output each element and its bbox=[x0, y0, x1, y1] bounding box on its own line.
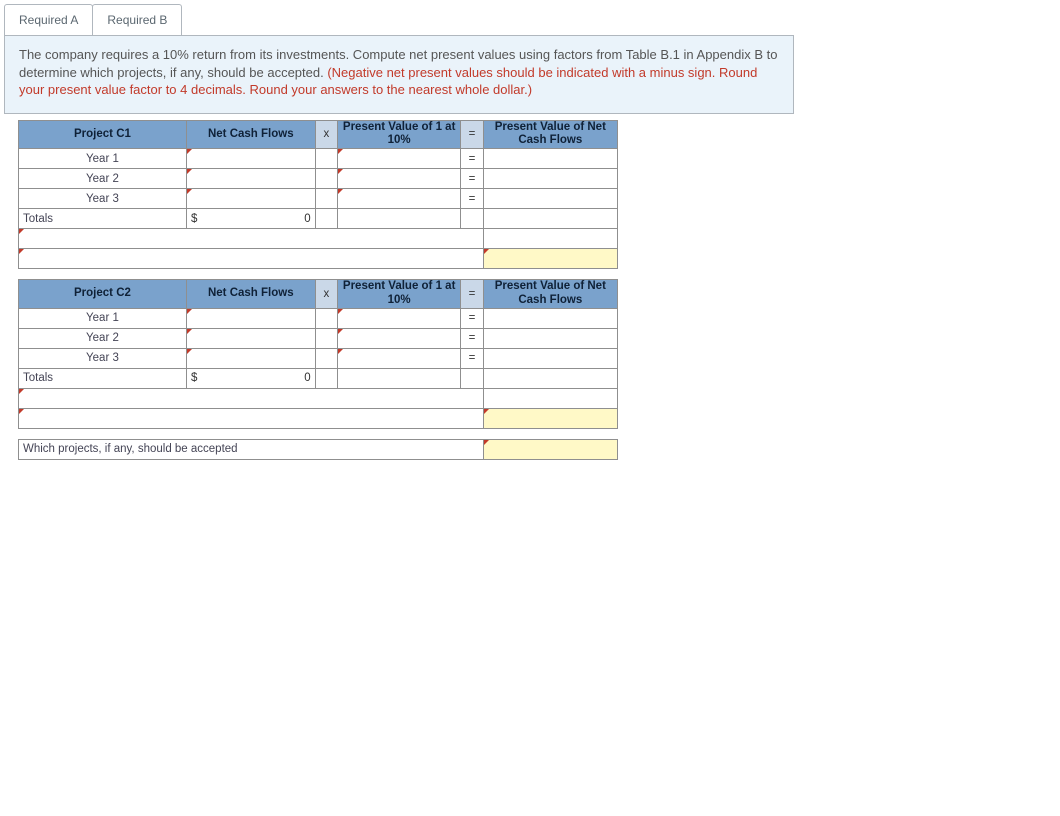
c1-year3-pvnet bbox=[483, 189, 617, 209]
hdr-eq-c1: = bbox=[461, 120, 483, 149]
hdr-pvfactor-c2: Present Value of 1 at 10% bbox=[338, 280, 461, 309]
final-question-label: Which projects, if any, should be accept… bbox=[19, 439, 484, 459]
c2-extra-row2-left[interactable] bbox=[19, 408, 484, 428]
c2-totals-netcash: $ 0 bbox=[186, 368, 315, 388]
c2-year3-pvfactor[interactable] bbox=[338, 348, 461, 368]
c1-year1-x bbox=[315, 149, 337, 169]
c1-totals-x bbox=[315, 209, 337, 229]
hdr-project-c1: Project C1 bbox=[19, 120, 187, 149]
c1-row-year1-label: Year 1 bbox=[19, 149, 187, 169]
c2-totals-pvnet bbox=[483, 368, 617, 388]
c2-totals-sym: $ bbox=[191, 372, 197, 384]
c2-row-year3-label: Year 3 bbox=[19, 348, 187, 368]
instruction-box: The company requires a 10% return from i… bbox=[4, 35, 794, 114]
c1-year3-netcash[interactable] bbox=[186, 189, 315, 209]
c2-year2-eq: = bbox=[461, 328, 483, 348]
c1-year2-eq: = bbox=[461, 169, 483, 189]
c1-totals-eq bbox=[461, 209, 483, 229]
c2-year1-pvnet bbox=[483, 308, 617, 328]
c1-row-year2-label: Year 2 bbox=[19, 169, 187, 189]
c2-totals-eq bbox=[461, 368, 483, 388]
c2-year3-eq: = bbox=[461, 348, 483, 368]
c1-extra-row2-left[interactable] bbox=[19, 249, 484, 269]
c1-year3-pvfactor[interactable] bbox=[338, 189, 461, 209]
tabs-bar: Required A Required B bbox=[4, 4, 1060, 35]
c2-year2-pvnet bbox=[483, 328, 617, 348]
c1-extra-row2-right[interactable] bbox=[483, 249, 617, 269]
hdr-pvnet-c1: Present Value of Net Cash Flows bbox=[483, 120, 617, 149]
c1-extra-row1-left[interactable] bbox=[19, 229, 484, 249]
final-question-answer[interactable] bbox=[483, 439, 617, 459]
c1-year2-pvfactor[interactable] bbox=[338, 169, 461, 189]
c2-row-year2-label: Year 2 bbox=[19, 328, 187, 348]
c2-year2-pvfactor[interactable] bbox=[338, 328, 461, 348]
hdr-netcash-c1: Net Cash Flows bbox=[186, 120, 315, 149]
c1-year1-pvfactor[interactable] bbox=[338, 149, 461, 169]
c2-totals-val: 0 bbox=[304, 372, 310, 384]
c1-extra-row1-right bbox=[483, 229, 617, 249]
c1-totals-sym: $ bbox=[191, 213, 197, 225]
c2-row-year1-label: Year 1 bbox=[19, 308, 187, 328]
c1-year2-netcash[interactable] bbox=[186, 169, 315, 189]
c1-totals-pvnet bbox=[483, 209, 617, 229]
c2-year3-x bbox=[315, 348, 337, 368]
table-project-c1: Project C1 Net Cash Flows x Present Valu… bbox=[18, 120, 618, 270]
c1-year3-eq: = bbox=[461, 189, 483, 209]
c2-year3-pvnet bbox=[483, 348, 617, 368]
table-final-question: Which projects, if any, should be accept… bbox=[18, 439, 618, 460]
c2-year1-pvfactor[interactable] bbox=[338, 308, 461, 328]
c1-year2-x bbox=[315, 169, 337, 189]
hdr-project-c2: Project C2 bbox=[19, 280, 187, 309]
tab-required-b[interactable]: Required B bbox=[92, 4, 182, 35]
hdr-pvfactor-c1: Present Value of 1 at 10% bbox=[338, 120, 461, 149]
c1-year1-eq: = bbox=[461, 149, 483, 169]
c1-totals-label: Totals bbox=[19, 209, 187, 229]
c1-row-year3-label: Year 3 bbox=[19, 189, 187, 209]
c1-totals-val: 0 bbox=[304, 213, 310, 225]
hdr-x-c2: x bbox=[315, 280, 337, 309]
c1-totals-netcash: $ 0 bbox=[186, 209, 315, 229]
hdr-netcash-c2: Net Cash Flows bbox=[186, 280, 315, 309]
c2-year2-x bbox=[315, 328, 337, 348]
c2-year1-netcash[interactable] bbox=[186, 308, 315, 328]
c2-year2-netcash[interactable] bbox=[186, 328, 315, 348]
hdr-eq-c2: = bbox=[461, 280, 483, 309]
hdr-x-c1: x bbox=[315, 120, 337, 149]
c1-totals-pvfactor bbox=[338, 209, 461, 229]
c2-totals-label: Totals bbox=[19, 368, 187, 388]
c1-year2-pvnet bbox=[483, 169, 617, 189]
tab-required-a[interactable]: Required A bbox=[4, 4, 93, 35]
c2-totals-pvfactor bbox=[338, 368, 461, 388]
c2-extra-row1-left[interactable] bbox=[19, 388, 484, 408]
c2-extra-row1-right bbox=[483, 388, 617, 408]
c2-totals-x bbox=[315, 368, 337, 388]
hdr-pvnet-c2: Present Value of Net Cash Flows bbox=[483, 280, 617, 309]
c2-year3-netcash[interactable] bbox=[186, 348, 315, 368]
c1-year3-x bbox=[315, 189, 337, 209]
c2-year1-x bbox=[315, 308, 337, 328]
c2-extra-row2-right[interactable] bbox=[483, 408, 617, 428]
table-project-c2: Project C2 Net Cash Flows x Present Valu… bbox=[18, 279, 618, 429]
c2-year1-eq: = bbox=[461, 308, 483, 328]
c1-year1-pvnet bbox=[483, 149, 617, 169]
c1-year1-netcash[interactable] bbox=[186, 149, 315, 169]
